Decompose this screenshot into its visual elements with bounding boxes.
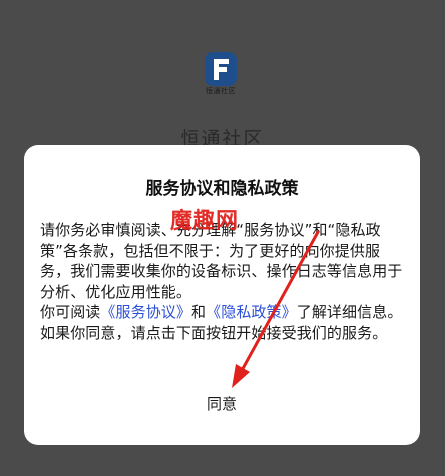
dialog-body: 请你务必审慎阅读、充分理解“服务协议”和“隐私政策”各条款，包括但不限于：为了更… <box>40 220 410 343</box>
screen: 恒通社区 恒通社区 服务协议和隐私政策 请你务必审慎阅读、充分理解“服务协议”和… <box>0 0 445 476</box>
links-and-text: 和 <box>191 303 207 321</box>
agree-button[interactable]: 同意 <box>172 389 272 417</box>
privacy-dialog: 服务协议和隐私政策 请你务必审慎阅读、充分理解“服务协议”和“隐私政策”各条款，… <box>24 145 420 445</box>
privacy-policy-link[interactable]: 《隐私政策》 <box>206 303 297 321</box>
links-prefix-text: 你可阅读 <box>40 303 101 321</box>
app-logo-caption: 恒通社区 <box>206 87 236 95</box>
dialog-title: 服务协议和隐私政策 <box>145 179 299 199</box>
watermark-text: 魔趣网 <box>170 209 240 234</box>
service-agreement-link[interactable]: 《服务协议》 <box>100 303 191 321</box>
dialog-paragraph-links: 你可阅读《服务协议》和《隐私政策》了解详细信息。如果你同意，请点击下面按钮开始接… <box>40 302 410 343</box>
app-logo-icon <box>205 52 237 86</box>
